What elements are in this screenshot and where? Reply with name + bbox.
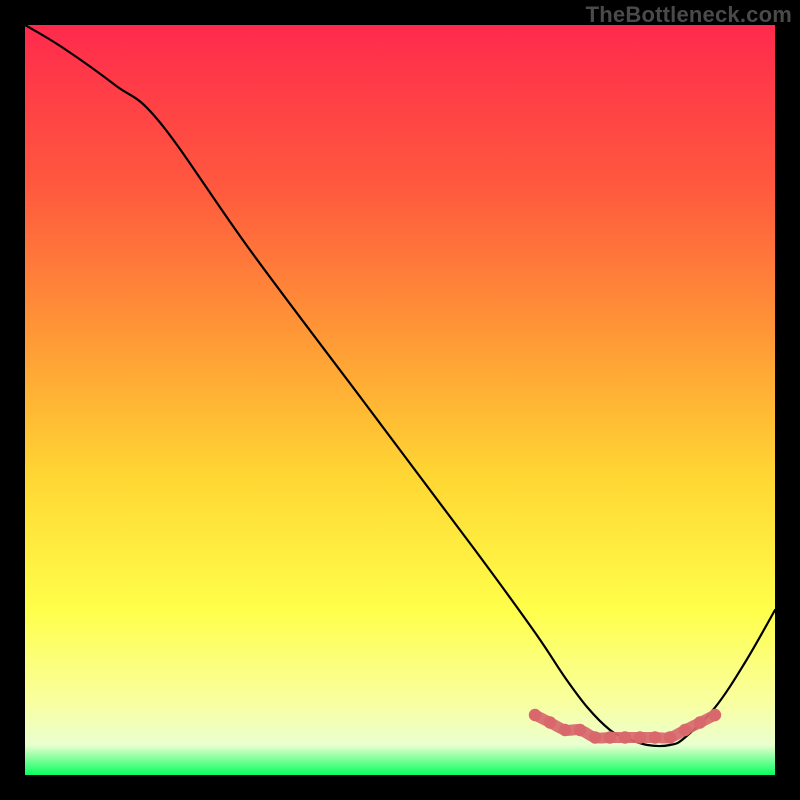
- watermark-text: TheBottleneck.com: [586, 2, 792, 28]
- accent-dot: [664, 731, 676, 743]
- accent-dot: [529, 709, 541, 721]
- accent-dot: [649, 731, 661, 743]
- plot-area: [25, 25, 775, 775]
- accent-dot: [559, 724, 571, 736]
- accent-dot: [589, 731, 601, 743]
- accent-dot: [619, 731, 631, 743]
- accent-dot: [544, 716, 556, 728]
- accent-dot: [574, 724, 586, 736]
- chart-svg: [25, 25, 775, 775]
- accent-dot: [604, 731, 616, 743]
- chart-frame: TheBottleneck.com: [0, 0, 800, 800]
- accent-dot: [679, 724, 691, 736]
- gradient-background: [25, 25, 775, 775]
- accent-dot: [694, 716, 706, 728]
- accent-dot: [634, 731, 646, 743]
- accent-dot: [709, 709, 721, 721]
